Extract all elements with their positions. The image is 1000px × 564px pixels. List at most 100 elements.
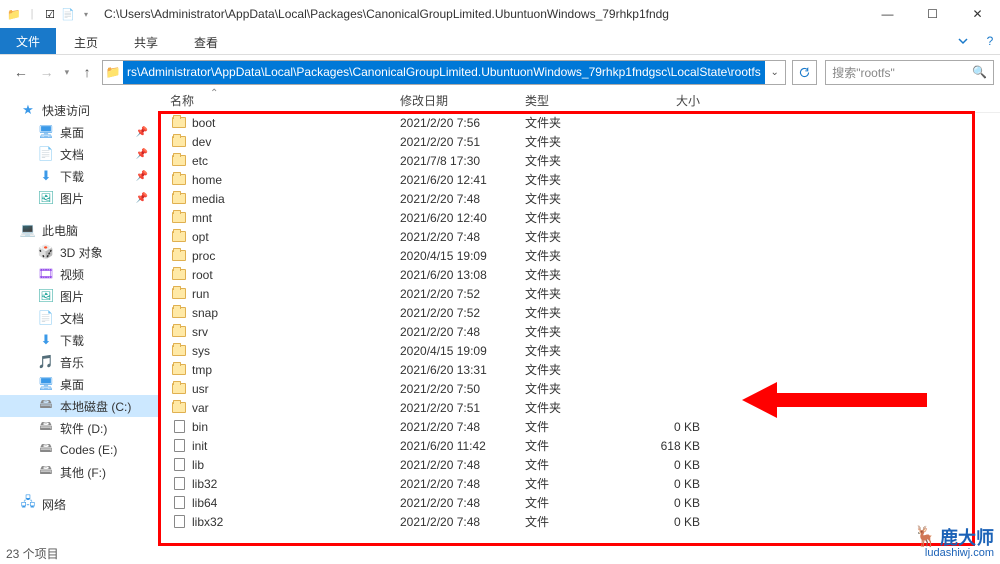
file-date: 2021/2/20 7:48 <box>400 192 525 206</box>
sidebar-downloads[interactable]: ⬇下载📌 <box>0 165 158 187</box>
pin-icon: 📌 <box>136 171 148 182</box>
address-dropdown-icon[interactable]: ⌄ <box>765 67 785 78</box>
qat-properties-icon[interactable]: ☑ <box>42 6 58 22</box>
sidebar-drive-c[interactable]: 🖴本地磁盘 (C:) <box>0 395 158 417</box>
file-row[interactable]: init2021/6/20 11:42文件618 KB <box>158 436 1000 455</box>
sidebar-drive-e[interactable]: 🖴Codes (E:) <box>0 439 158 461</box>
sidebar-quick-access[interactable]: ★快速访问 <box>0 99 158 121</box>
file-row[interactable]: lib2021/2/20 7:48文件0 KB <box>158 455 1000 474</box>
file-row[interactable]: media2021/2/20 7:48文件夹 <box>158 189 1000 208</box>
sidebar-pictures[interactable]: 🖼图片📌 <box>0 187 158 209</box>
file-type: 文件夹 <box>525 361 630 378</box>
file-type: 文件 <box>525 475 630 492</box>
column-size[interactable]: 大小 <box>630 92 710 109</box>
share-tab[interactable]: 共享 <box>116 28 176 54</box>
sidebar-drive-f[interactable]: 🖴其他 (F:) <box>0 461 158 483</box>
file-row[interactable]: tmp2021/6/20 13:31文件夹 <box>158 360 1000 379</box>
watermark: 🦌鹿大师 ludashiwj.com <box>913 527 994 560</box>
pin-icon: 📌 <box>136 193 148 204</box>
qat-dropdown-icon[interactable]: ▾ <box>78 6 94 22</box>
sidebar-pictures-2[interactable]: 🖼图片 <box>0 285 158 307</box>
help-icon[interactable]: ? <box>980 28 1000 54</box>
forward-button[interactable]: → <box>36 60 58 84</box>
file-row[interactable]: bin2021/2/20 7:48文件0 KB <box>158 417 1000 436</box>
file-date: 2021/2/20 7:48 <box>400 230 525 244</box>
file-row[interactable]: boot2021/2/20 7:56文件夹 <box>158 113 1000 132</box>
folder-icon <box>170 326 188 337</box>
file-size: 0 KB <box>630 515 710 529</box>
folder-icon <box>170 174 188 185</box>
folder-icon <box>170 383 188 394</box>
maximize-button[interactable]: ☐ <box>910 0 955 28</box>
file-icon <box>170 439 188 452</box>
sidebar-documents[interactable]: 📄文档📌 <box>0 143 158 165</box>
sidebar-music[interactable]: 🎵音乐 <box>0 351 158 373</box>
file-list[interactable]: boot2021/2/20 7:56文件夹dev2021/2/20 7:51文件… <box>158 113 1000 533</box>
file-icon <box>170 515 188 528</box>
sidebar-documents-2[interactable]: 📄文档 <box>0 307 158 329</box>
column-name[interactable]: ⌃名称 <box>170 92 400 109</box>
sidebar-3d-objects[interactable]: 🎲3D 对象 <box>0 241 158 263</box>
file-date: 2021/6/20 13:08 <box>400 268 525 282</box>
sidebar-videos[interactable]: 🎞视频 <box>0 263 158 285</box>
sidebar-drive-d[interactable]: 🖴软件 (D:) <box>0 417 158 439</box>
file-row[interactable]: home2021/6/20 12:41文件夹 <box>158 170 1000 189</box>
file-row[interactable]: libx322021/2/20 7:48文件0 KB <box>158 512 1000 531</box>
file-row[interactable]: lib322021/2/20 7:48文件0 KB <box>158 474 1000 493</box>
qat-newfolder-icon[interactable]: 📄 <box>60 6 76 22</box>
file-name: lib <box>188 458 400 472</box>
file-row[interactable]: mnt2021/6/20 12:40文件夹 <box>158 208 1000 227</box>
file-type: 文件夹 <box>525 399 630 416</box>
recent-dropdown-icon[interactable]: ▾ <box>61 60 72 84</box>
close-button[interactable]: ✕ <box>955 0 1000 28</box>
up-button[interactable]: ↑ <box>76 60 98 84</box>
file-size: 0 KB <box>630 477 710 491</box>
file-row[interactable]: sys2020/4/15 19:09文件夹 <box>158 341 1000 360</box>
file-type: 文件夹 <box>525 190 630 207</box>
column-type[interactable]: 类型 <box>525 92 630 109</box>
file-row[interactable]: opt2021/2/20 7:48文件夹 <box>158 227 1000 246</box>
file-name: mnt <box>188 211 400 225</box>
file-name: proc <box>188 249 400 263</box>
file-row[interactable]: etc2021/7/8 17:30文件夹 <box>158 151 1000 170</box>
file-type: 文件 <box>525 513 630 530</box>
file-row[interactable]: run2021/2/20 7:52文件夹 <box>158 284 1000 303</box>
file-row[interactable]: root2021/6/20 13:08文件夹 <box>158 265 1000 284</box>
file-date: 2021/2/20 7:52 <box>400 287 525 301</box>
file-row[interactable]: lib642021/2/20 7:48文件0 KB <box>158 493 1000 512</box>
file-type: 文件夹 <box>525 247 630 264</box>
column-date[interactable]: 修改日期 <box>400 92 525 109</box>
file-type: 文件夹 <box>525 342 630 359</box>
file-name: run <box>188 287 400 301</box>
sidebar-desktop[interactable]: 🖥桌面📌 <box>0 121 158 143</box>
file-name: bin <box>188 420 400 434</box>
address-text[interactable]: rs\Administrator\AppData\Local\Packages\… <box>123 61 765 84</box>
file-type: 文件夹 <box>525 323 630 340</box>
file-row[interactable]: dev2021/2/20 7:51文件夹 <box>158 132 1000 151</box>
sidebar-network[interactable]: 🖧网络 <box>0 493 158 515</box>
sidebar-downloads-2[interactable]: ⬇下载 <box>0 329 158 351</box>
search-box[interactable]: 搜索"rootfs" 🔍 <box>825 60 994 85</box>
file-row[interactable]: proc2020/4/15 19:09文件夹 <box>158 246 1000 265</box>
file-row[interactable]: snap2021/2/20 7:52文件夹 <box>158 303 1000 322</box>
file-type: 文件 <box>525 456 630 473</box>
address-bar[interactable]: 📁 rs\Administrator\AppData\Local\Package… <box>102 60 786 85</box>
file-date: 2021/6/20 12:41 <box>400 173 525 187</box>
minimize-button[interactable]: — <box>865 0 910 28</box>
sidebar-this-pc[interactable]: 💻此电脑 <box>0 219 158 241</box>
home-tab[interactable]: 主页 <box>56 28 116 54</box>
file-tab[interactable]: 文件 <box>0 28 56 54</box>
file-row[interactable]: srv2021/2/20 7:48文件夹 <box>158 322 1000 341</box>
back-button[interactable]: ← <box>10 60 32 84</box>
folder-icon <box>170 117 188 128</box>
file-row[interactable]: sbin2021/2/20 7:48文件0 KB <box>158 531 1000 533</box>
window-title: C:\Users\Administrator\AppData\Local\Pac… <box>104 7 865 21</box>
refresh-button[interactable] <box>792 60 818 85</box>
ribbon-expand-icon[interactable] <box>945 28 980 54</box>
file-date: 2021/6/20 12:40 <box>400 211 525 225</box>
sidebar-desktop-2[interactable]: 🖥桌面 <box>0 373 158 395</box>
view-tab[interactable]: 查看 <box>176 28 236 54</box>
search-icon[interactable]: 🔍 <box>972 65 987 79</box>
annotation-arrow <box>742 382 927 418</box>
file-name: lib32 <box>188 477 400 491</box>
